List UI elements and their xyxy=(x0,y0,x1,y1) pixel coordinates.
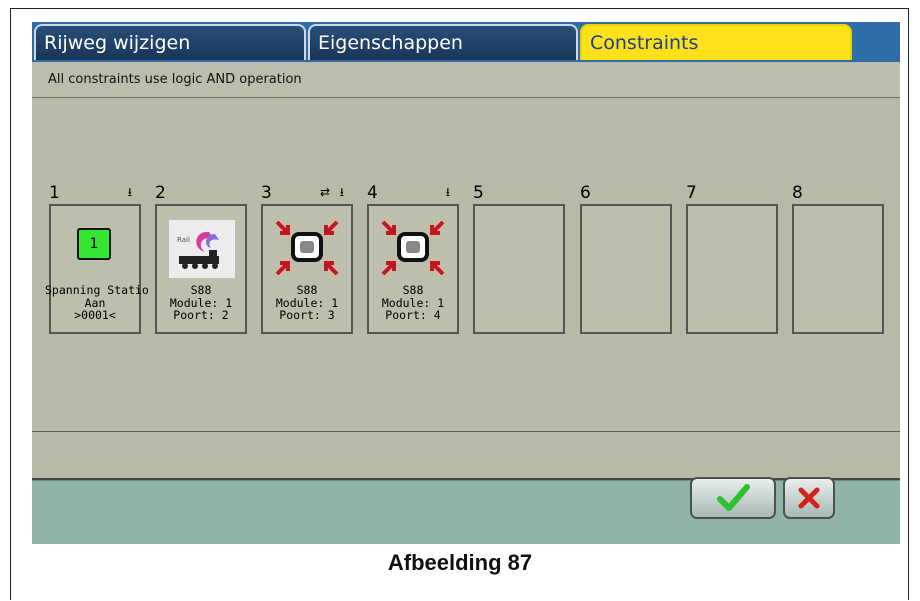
empty-constraint-card[interactable] xyxy=(686,204,778,334)
constraint-slot-8: 8 xyxy=(792,183,884,334)
constraint-line: Poort: 4 xyxy=(385,308,441,322)
constraint-line: Spanning Statio xyxy=(45,283,149,297)
checkmark-icon xyxy=(717,484,750,511)
slot-number: 4 xyxy=(367,183,378,203)
constraints-subtitle: All constraints use logic AND operation xyxy=(32,62,900,98)
constraint-slot-4: 4 ⭳ S88 Module: 1 Poort: 4 xyxy=(367,183,459,334)
route-icon[interactable]: ⇄ xyxy=(320,185,333,199)
slot-number: 6 xyxy=(580,183,591,203)
constraint-card-1[interactable]: 1 Spanning Statio Aan >0001< xyxy=(45,204,149,334)
constraint-slot-5: 5 xyxy=(473,183,565,334)
tab-constraints[interactable]: Constraints xyxy=(580,24,852,60)
constraint-line: Poort: 2 xyxy=(173,308,229,322)
green-status-icon: 1 xyxy=(51,218,139,278)
constraint-label: S88 Module: 1 Poort: 3 xyxy=(257,284,357,322)
constraint-card-4[interactable]: S88 Module: 1 Poort: 4 xyxy=(367,204,459,334)
constraint-line: S88 xyxy=(190,283,212,297)
constraint-line: Poort: 3 xyxy=(279,308,335,322)
constraint-slot-2: 2 Rail S88 Module: 1 Poort: 2 xyxy=(155,183,247,334)
slot-number: 5 xyxy=(473,183,484,203)
app-screen: Rijweg wijzigen Eigenschappen Constraint… xyxy=(32,22,900,544)
tab-rijweg-wijzigen[interactable]: Rijweg wijzigen xyxy=(34,24,306,60)
constraint-label: S88 Module: 1 Poort: 4 xyxy=(363,284,463,322)
constraint-label: Spanning Statio Aan >0001< xyxy=(45,283,149,322)
constraint-slot-1: 1 ⭳ 1 Spanning Statio Aan >0001< xyxy=(45,183,149,334)
slot-number: 1 xyxy=(49,183,60,203)
x-icon xyxy=(798,487,820,509)
constraint-slot-3: 3 ⇄ ⭳ S88 Module: 1 Poort: 3 xyxy=(261,183,353,334)
slot-number: 7 xyxy=(686,183,697,203)
empty-constraint-card[interactable] xyxy=(792,204,884,334)
empty-constraint-card[interactable] xyxy=(580,204,672,334)
download-icon[interactable]: ⭳ xyxy=(128,185,135,199)
constraint-card-2[interactable]: Rail S88 Module: 1 Poort: 2 xyxy=(155,204,247,334)
ok-button[interactable] xyxy=(690,477,776,519)
constraint-slot-7: 7 xyxy=(686,183,778,334)
locomotive-logo-icon: Rail xyxy=(157,218,245,278)
figure-caption: Afbeelding 87 xyxy=(387,550,533,575)
empty-constraint-card[interactable] xyxy=(473,204,565,334)
slot-number: 3 xyxy=(261,183,272,203)
svg-text:Rail: Rail xyxy=(177,236,190,244)
constraint-line: S88 xyxy=(402,283,424,297)
slot-number: 2 xyxy=(155,183,166,203)
constraint-slot-6: 6 xyxy=(580,183,672,334)
info-strip xyxy=(32,432,900,480)
constraint-line: S88 xyxy=(296,283,318,297)
tab-bar: Rijweg wijzigen Eigenschappen Constraint… xyxy=(32,22,900,62)
constraint-label: S88 Module: 1 Poort: 2 xyxy=(151,284,251,322)
feedback-sensor-icon xyxy=(369,218,457,278)
constraint-line: >0001< xyxy=(74,308,116,322)
status-indicator: 1 xyxy=(77,228,111,260)
constraints-panel: 1 ⭳ 1 Spanning Statio Aan >0001< 2 Rail … xyxy=(32,98,900,432)
download-icon[interactable]: ⭳ xyxy=(446,185,453,199)
tab-eigenschappen[interactable]: Eigenschappen xyxy=(308,24,578,60)
constraint-card-3[interactable]: S88 Module: 1 Poort: 3 xyxy=(261,204,353,334)
feedback-sensor-icon xyxy=(263,218,351,278)
download-icon[interactable]: ⭳ xyxy=(340,185,347,199)
cancel-button[interactable] xyxy=(783,477,835,519)
slot-number: 8 xyxy=(792,183,803,203)
